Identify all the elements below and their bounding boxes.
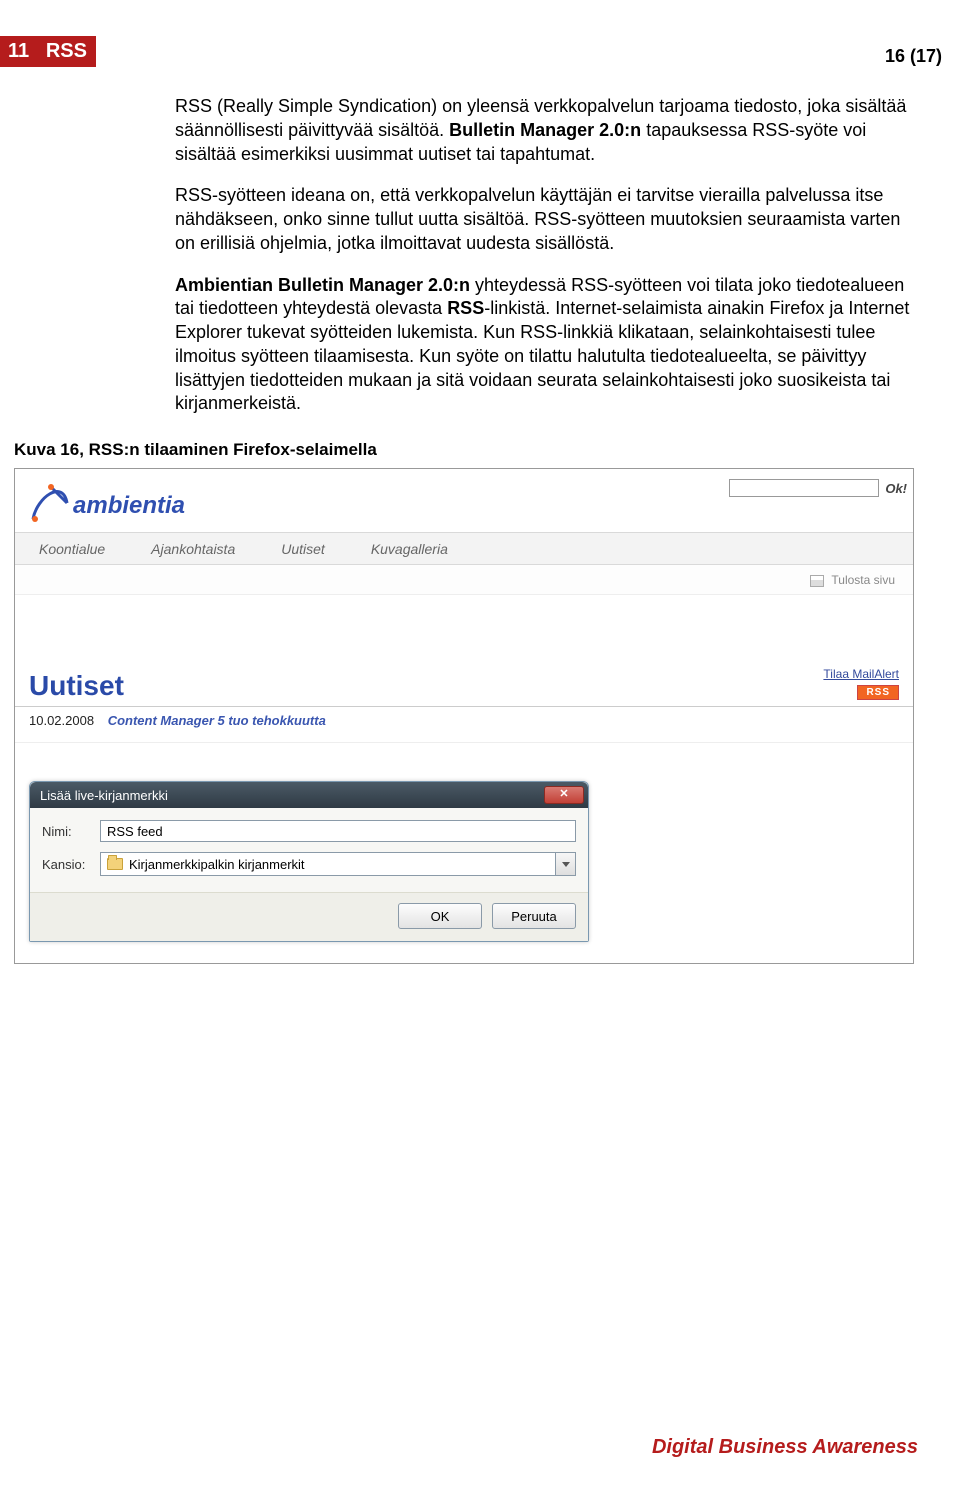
screenshot-container: ambientia Haku Ok! Koontialue Ajankohtai… [14, 468, 914, 964]
section-title: RSS [46, 40, 87, 62]
dialog-buttons: OK Peruuta [30, 892, 588, 941]
add-bookmark-dialog: Lisää live-kirjanmerkki ✕ Nimi: Kansio: … [29, 781, 589, 942]
nav-item-kuvagalleria[interactable]: Kuvagalleria [371, 541, 448, 557]
dialog-folder-row: Kansio: Kirjanmerkkipalkin kirjanmerkit [42, 852, 576, 876]
dialog-body: Nimi: Kansio: Kirjanmerkkipalkin kirjanm… [30, 808, 588, 892]
logo-text: ambientia [73, 492, 185, 519]
printer-icon [810, 575, 824, 587]
cancel-button[interactable]: Peruuta [492, 903, 576, 929]
figure-caption: Kuva 16, RSS:n tilaaminen Firefox-selaim… [14, 440, 960, 460]
print-link[interactable]: Tulosta sivu [831, 573, 895, 587]
text-bold: Ambientian Bulletin Manager 2.0:n [175, 275, 470, 295]
text-bold: Bulletin Manager 2.0:n [449, 120, 641, 140]
mailalert-link[interactable]: Tilaa MailAlert [823, 667, 899, 681]
dialog-name-row: Nimi: [42, 820, 576, 842]
search-ok-button[interactable]: Ok! [885, 481, 907, 496]
folder-icon [107, 858, 123, 870]
blank-gap [15, 595, 913, 665]
paragraph-3: Ambientian Bulletin Manager 2.0:n yhteyd… [175, 274, 910, 417]
nav-item-ajankohtaista[interactable]: Ajankohtaista [151, 541, 235, 557]
nav-item-uutiset[interactable]: Uutiset [281, 541, 325, 557]
chevron-down-icon [555, 853, 575, 875]
article-title: Content Manager 5 tuo tehokkuutta [108, 713, 326, 728]
close-button[interactable]: ✕ [544, 786, 584, 804]
news-heading-row: Uutiset Tilaa MailAlert RSS [15, 665, 913, 707]
footer-brand: Digital Business Awareness [652, 1436, 918, 1459]
folder-value: Kirjanmerkkipalkin kirjanmerkit [129, 857, 305, 872]
ambientia-logo: ambientia [23, 473, 243, 533]
site-top: ambientia Haku Ok! [15, 469, 913, 533]
section-header: 11 RSS [0, 36, 96, 67]
article-date: 10.02.2008 [29, 713, 94, 728]
text-bold: RSS [447, 298, 484, 318]
search-input[interactable] [729, 479, 879, 497]
print-row: Tulosta sivu [15, 565, 913, 595]
section-number: 11 [8, 40, 29, 62]
nav-bar: Koontialue Ajankohtaista Uutiset Kuvagal… [15, 533, 913, 565]
ok-button[interactable]: OK [398, 903, 482, 929]
dialog-title: Lisää live-kirjanmerkki [40, 788, 168, 803]
nav-item-koontialue[interactable]: Koontialue [39, 541, 105, 557]
name-label: Nimi: [42, 824, 100, 839]
paragraph-1: RSS (Really Simple Syndication) on yleen… [175, 95, 910, 166]
paragraph-2: RSS-syötteen ideana on, että verkkopalve… [175, 184, 910, 255]
rss-badge[interactable]: RSS [857, 685, 899, 700]
dialog-titlebar: Lisää live-kirjanmerkki ✕ [30, 782, 588, 808]
page-number: 16 (17) [885, 46, 942, 67]
article-row[interactable]: 10.02.2008 Content Manager 5 tuo tehokku… [15, 707, 913, 743]
body-text: RSS (Really Simple Syndication) on yleen… [175, 95, 910, 416]
news-heading: Uutiset [29, 670, 124, 702]
folder-label: Kansio: [42, 857, 100, 872]
folder-select[interactable]: Kirjanmerkkipalkin kirjanmerkit [100, 852, 576, 876]
close-icon: ✕ [559, 788, 568, 800]
name-input[interactable] [100, 820, 576, 842]
